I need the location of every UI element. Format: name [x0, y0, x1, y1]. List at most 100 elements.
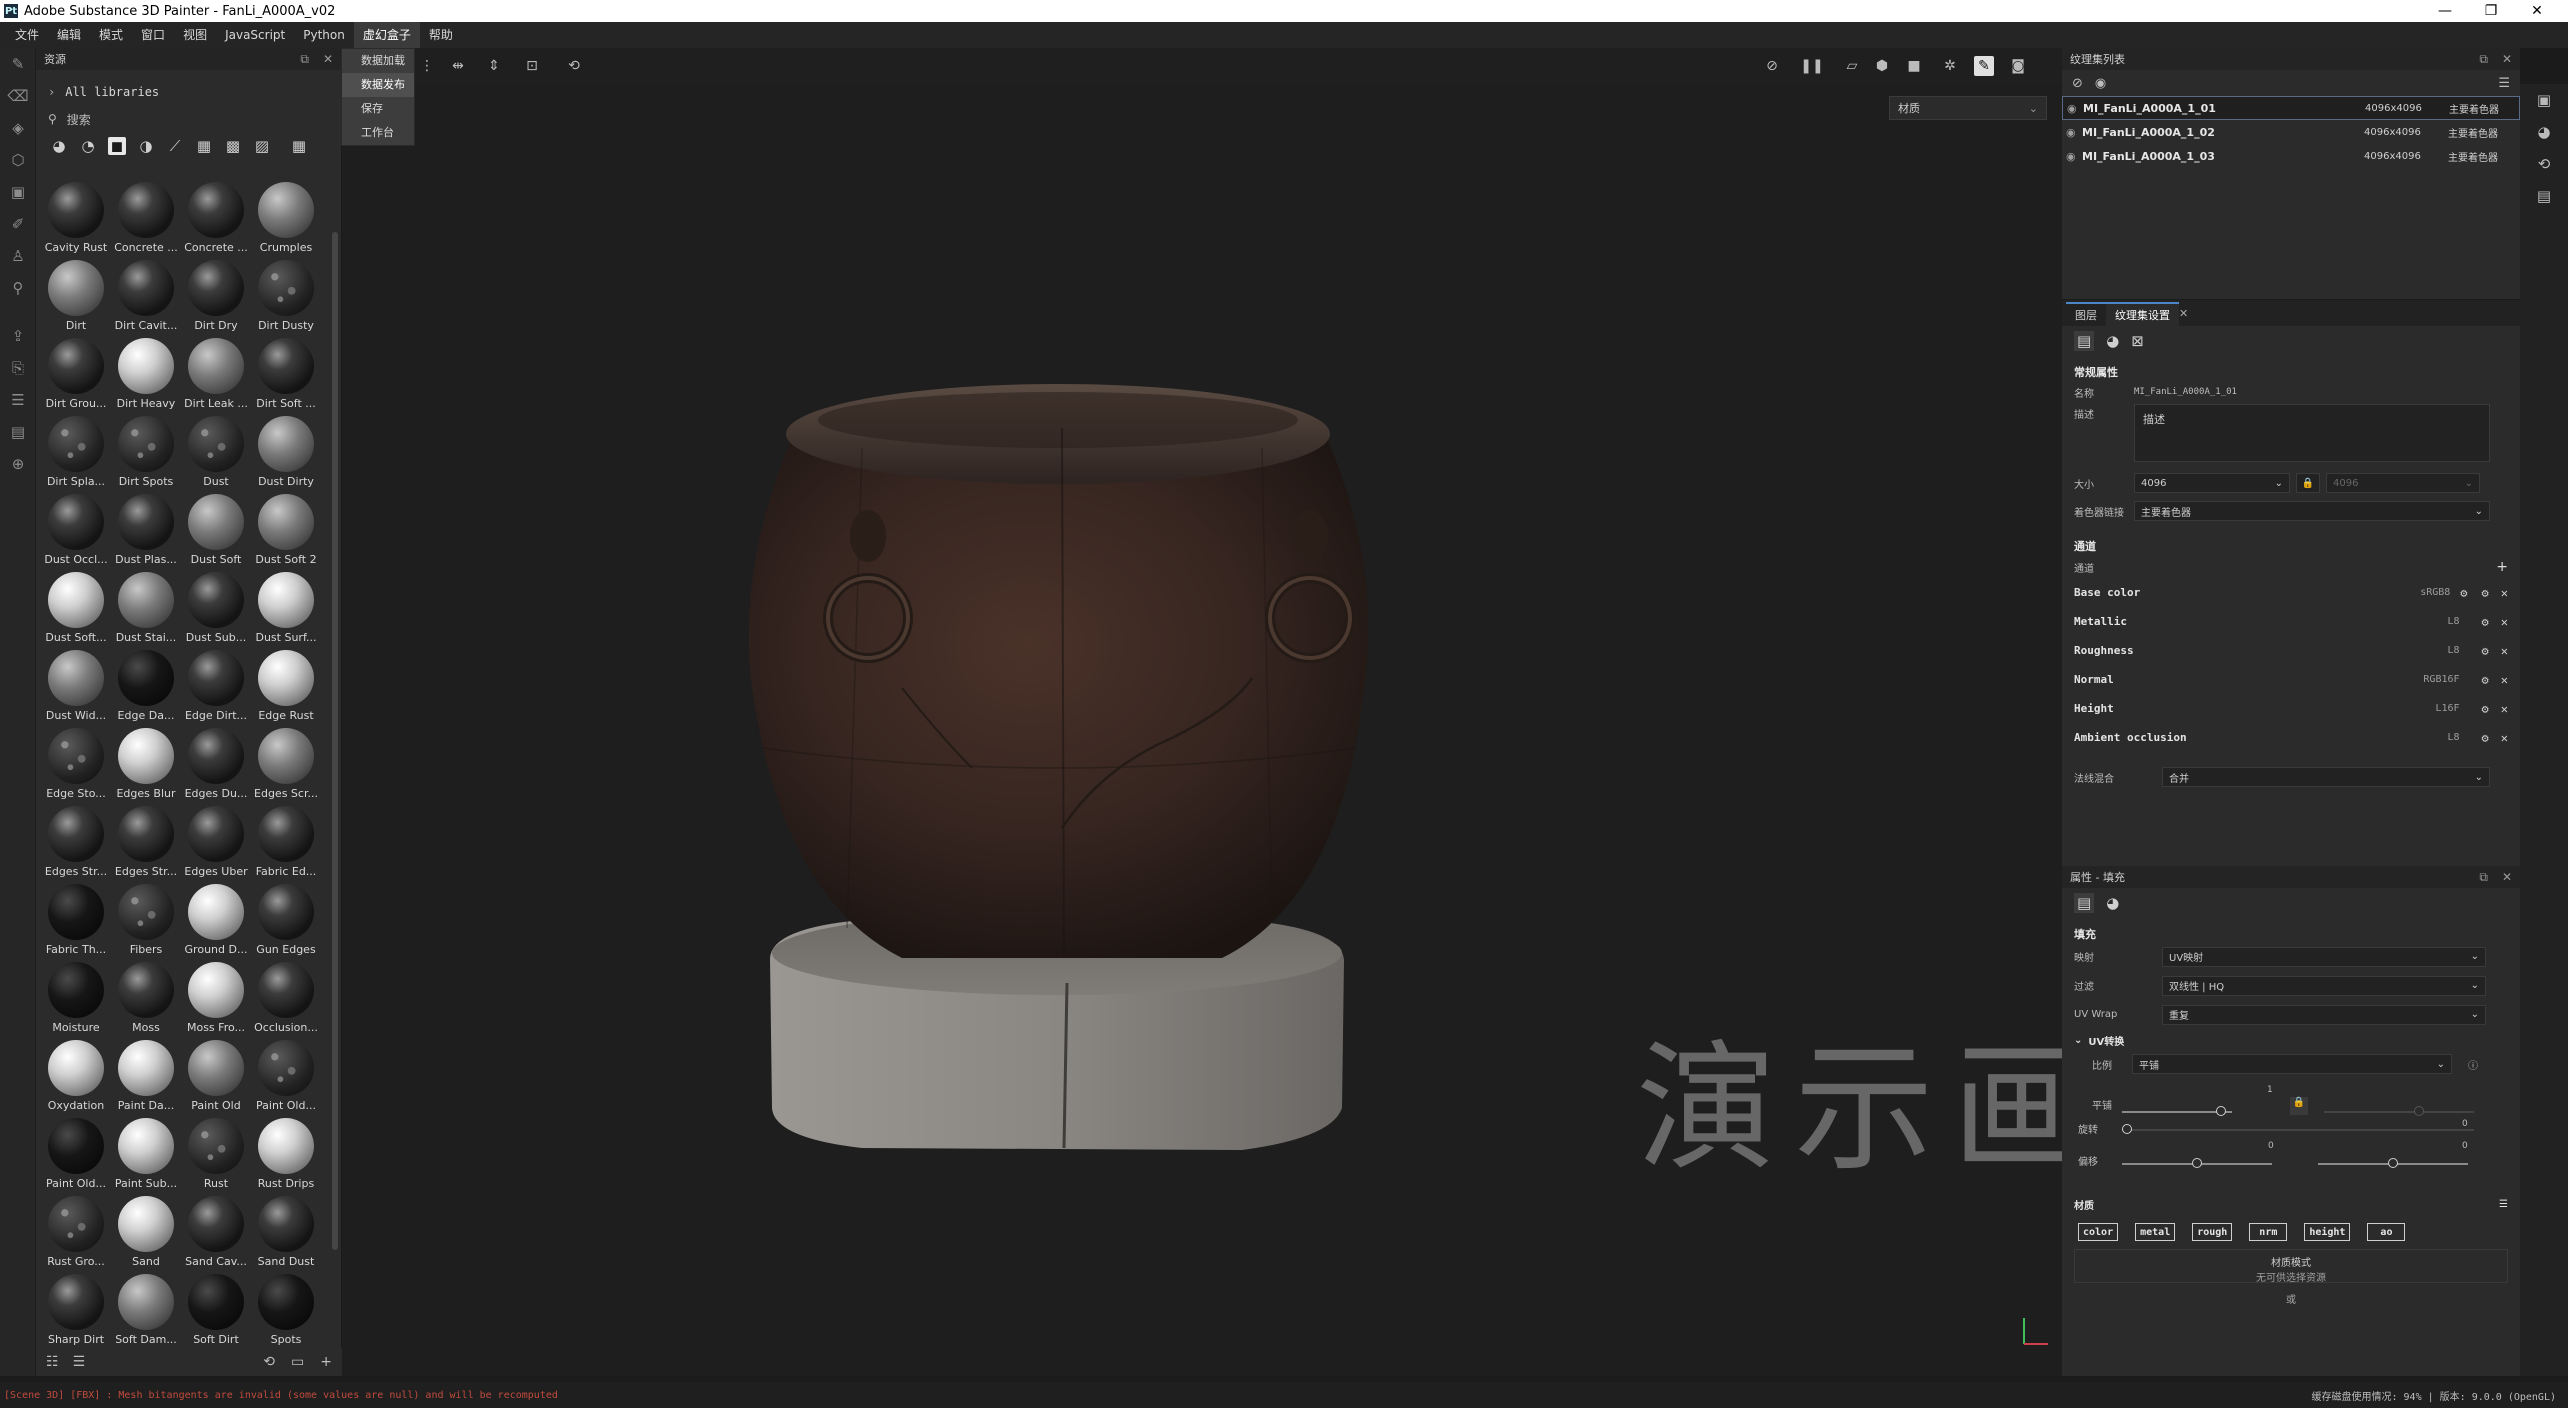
asset-tile[interactable]: Edge Rust: [252, 646, 320, 724]
asset-tile[interactable]: Paint Old...: [252, 1036, 320, 1114]
paint-mode-icon[interactable]: ✎: [1974, 56, 1994, 76]
search-input[interactable]: ⚲ 搜索: [36, 106, 341, 132]
ratio-select[interactable]: 平铺 ⌄: [2132, 1054, 2452, 1074]
clone-stamp-icon[interactable]: ♙: [0, 240, 36, 272]
remove-channel-icon[interactable]: ✕: [2501, 644, 2508, 658]
asset-tile[interactable]: Gun Edges: [252, 880, 320, 958]
menu-item-data-publish[interactable]: 数据发布: [342, 73, 414, 97]
material-options-icon[interactable]: ☰: [2499, 1199, 2508, 1210]
asset-tile[interactable]: Moss: [112, 958, 180, 1036]
asset-tile[interactable]: Edges Uber: [182, 802, 250, 880]
remove-channel-icon[interactable]: ✕: [2501, 615, 2508, 629]
asset-tile[interactable]: Dirt Grou...: [42, 334, 110, 412]
uv-wrap-select[interactable]: 重复 ⌄: [2162, 1004, 2486, 1025]
asset-tile[interactable]: Edges Blur: [112, 724, 180, 802]
rotate-slider-handle[interactable]: [2122, 1124, 2132, 1134]
mirror-y-icon[interactable]: ⇕: [484, 56, 504, 76]
asset-tile[interactable]: Dirt Heavy: [112, 334, 180, 412]
asset-tile[interactable]: Fabric Ed...: [252, 802, 320, 880]
channel-format[interactable]: L8: [2420, 616, 2459, 627]
uv-transform-row[interactable]: ⌄ UV转换: [2062, 1029, 2520, 1051]
asset-tile[interactable]: Dust Soft...: [42, 568, 110, 646]
menu-file[interactable]: 文件: [6, 22, 48, 48]
asset-tile[interactable]: Dust Plas...: [112, 490, 180, 568]
asset-tile[interactable]: Dust Occl...: [42, 490, 110, 568]
asset-tile[interactable]: Edge Da...: [112, 646, 180, 724]
channel-settings-icon[interactable]: ⚙: [2482, 731, 2489, 745]
screenshot-icon[interactable]: ◙: [2008, 56, 2028, 76]
asset-tile[interactable]: Dust Stai...: [112, 568, 180, 646]
minimize-button[interactable]: —: [2422, 0, 2468, 22]
color-profile-icon[interactable]: ⚙: [2460, 586, 2467, 600]
rotate-slider-track[interactable]: [2122, 1129, 2474, 1131]
asset-tile[interactable]: Rust Gro...: [42, 1192, 110, 1270]
tab-layers[interactable]: 图层: [2066, 302, 2106, 326]
asset-tile[interactable]: Cavity Rust: [42, 178, 110, 256]
asset-tile[interactable]: Dirt Spots: [112, 412, 180, 490]
asset-tile[interactable]: Moss Fro...: [182, 958, 250, 1036]
folder-icon[interactable]: ▭: [291, 1354, 304, 1370]
asset-tile[interactable]: Sand Dust: [252, 1192, 320, 1270]
bake-icon[interactable]: ⎘: [0, 352, 36, 384]
channel-chip-metal[interactable]: metal: [2135, 1223, 2176, 1241]
history-icon[interactable]: ⟲: [564, 56, 584, 76]
filter-smart-masks-icon[interactable]: ◼: [108, 137, 126, 155]
menu-edit[interactable]: 编辑: [48, 22, 90, 48]
undock-icon[interactable]: ⧉: [2479, 870, 2488, 885]
asset-tile[interactable]: Sand Cav...: [182, 1192, 250, 1270]
asset-tile[interactable]: Dirt Dusty: [252, 256, 320, 334]
eye-icon[interactable]: ◉: [2095, 76, 2106, 91]
normal-blend-select[interactable]: 合并 ⌄: [2162, 767, 2490, 787]
asset-tile[interactable]: Dirt Cavit...: [112, 256, 180, 334]
menu-item-data-load[interactable]: 数据加载: [342, 49, 414, 73]
menu-view[interactable]: 视图: [174, 22, 216, 48]
asset-tile[interactable]: Oxydation: [42, 1036, 110, 1114]
visibility-eye-icon[interactable]: ◉: [2066, 150, 2082, 163]
material-mode-box[interactable]: 材质模式 无可供选择资源: [2074, 1249, 2508, 1284]
document-icon[interactable]: ▤: [0, 416, 36, 448]
asset-tile[interactable]: Edges Str...: [112, 802, 180, 880]
asset-tile[interactable]: Concrete ...: [112, 178, 180, 256]
list-settings-icon[interactable]: ☰: [2498, 76, 2510, 91]
asset-tile[interactable]: Dust Soft: [182, 490, 250, 568]
asset-tile[interactable]: Edges Du...: [182, 724, 250, 802]
undock-icon[interactable]: ⧉: [300, 52, 309, 67]
assets-scrollbar[interactable]: [332, 232, 338, 1250]
menu-python[interactable]: Python: [294, 22, 354, 48]
filter-filters-icon[interactable]: ◑: [137, 137, 155, 155]
info-icon[interactable]: ⓘ: [2468, 1057, 2478, 1072]
menu-mode[interactable]: 模式: [90, 22, 132, 48]
asset-tile[interactable]: Paint Da...: [112, 1036, 180, 1114]
asset-tile[interactable]: Paint Old: [182, 1036, 250, 1114]
texture-set-row[interactable]: ◉ MI_FanLi_A000A_1_03 4096x4096 主要着色器: [2062, 144, 2520, 168]
display-settings-icon[interactable]: ◕: [2520, 116, 2568, 148]
2d-view-icon[interactable]: ▱: [1842, 56, 1862, 76]
filter-brushes-icon[interactable]: ⟋: [166, 137, 184, 155]
layers-list-icon[interactable]: ☰: [0, 384, 36, 416]
asset-tile[interactable]: Dirt Dry: [182, 256, 250, 334]
asset-tile[interactable]: Dust Surf...: [252, 568, 320, 646]
asset-tile[interactable]: Paint Old...: [42, 1114, 110, 1192]
asset-tile[interactable]: Dirt: [42, 256, 110, 334]
asset-tile[interactable]: Soft Dirt: [182, 1270, 250, 1348]
channel-format[interactable]: L16F: [2420, 703, 2459, 714]
asset-tile[interactable]: Dirt Leak ...: [182, 334, 250, 412]
share-icon[interactable]: ⊕: [0, 448, 36, 480]
texture-set-list-icon[interactable]: ▣: [2520, 84, 2568, 116]
filter-environments-icon[interactable]: ▨: [253, 137, 271, 155]
asset-tile[interactable]: Concrete ...: [182, 178, 250, 256]
filter-particles-icon[interactable]: ▦: [195, 137, 213, 155]
size-select[interactable]: 4096 ⌄: [2134, 473, 2290, 493]
channel-chip-nrm[interactable]: nrm: [2249, 1223, 2288, 1241]
channel-format[interactable]: sRGB8: [2410, 587, 2450, 598]
channel-settings-icon[interactable]: ⚙: [2482, 702, 2489, 716]
mapping-select[interactable]: UV映射 ⌄: [2162, 946, 2486, 967]
visibility-eye-icon[interactable]: ◉: [2067, 102, 2083, 115]
asset-tile[interactable]: Fabric Th...: [42, 880, 110, 958]
channel-format[interactable]: RGB16F: [2420, 674, 2459, 685]
hide-overlay-icon[interactable]: ⊘: [1762, 56, 1782, 76]
log-icon[interactable]: ▤: [2520, 180, 2568, 212]
offset-v-slider-handle[interactable]: [2388, 1158, 2398, 1168]
close-window-button[interactable]: ✕: [2514, 0, 2560, 22]
add-channel-button[interactable]: +: [2496, 559, 2508, 575]
